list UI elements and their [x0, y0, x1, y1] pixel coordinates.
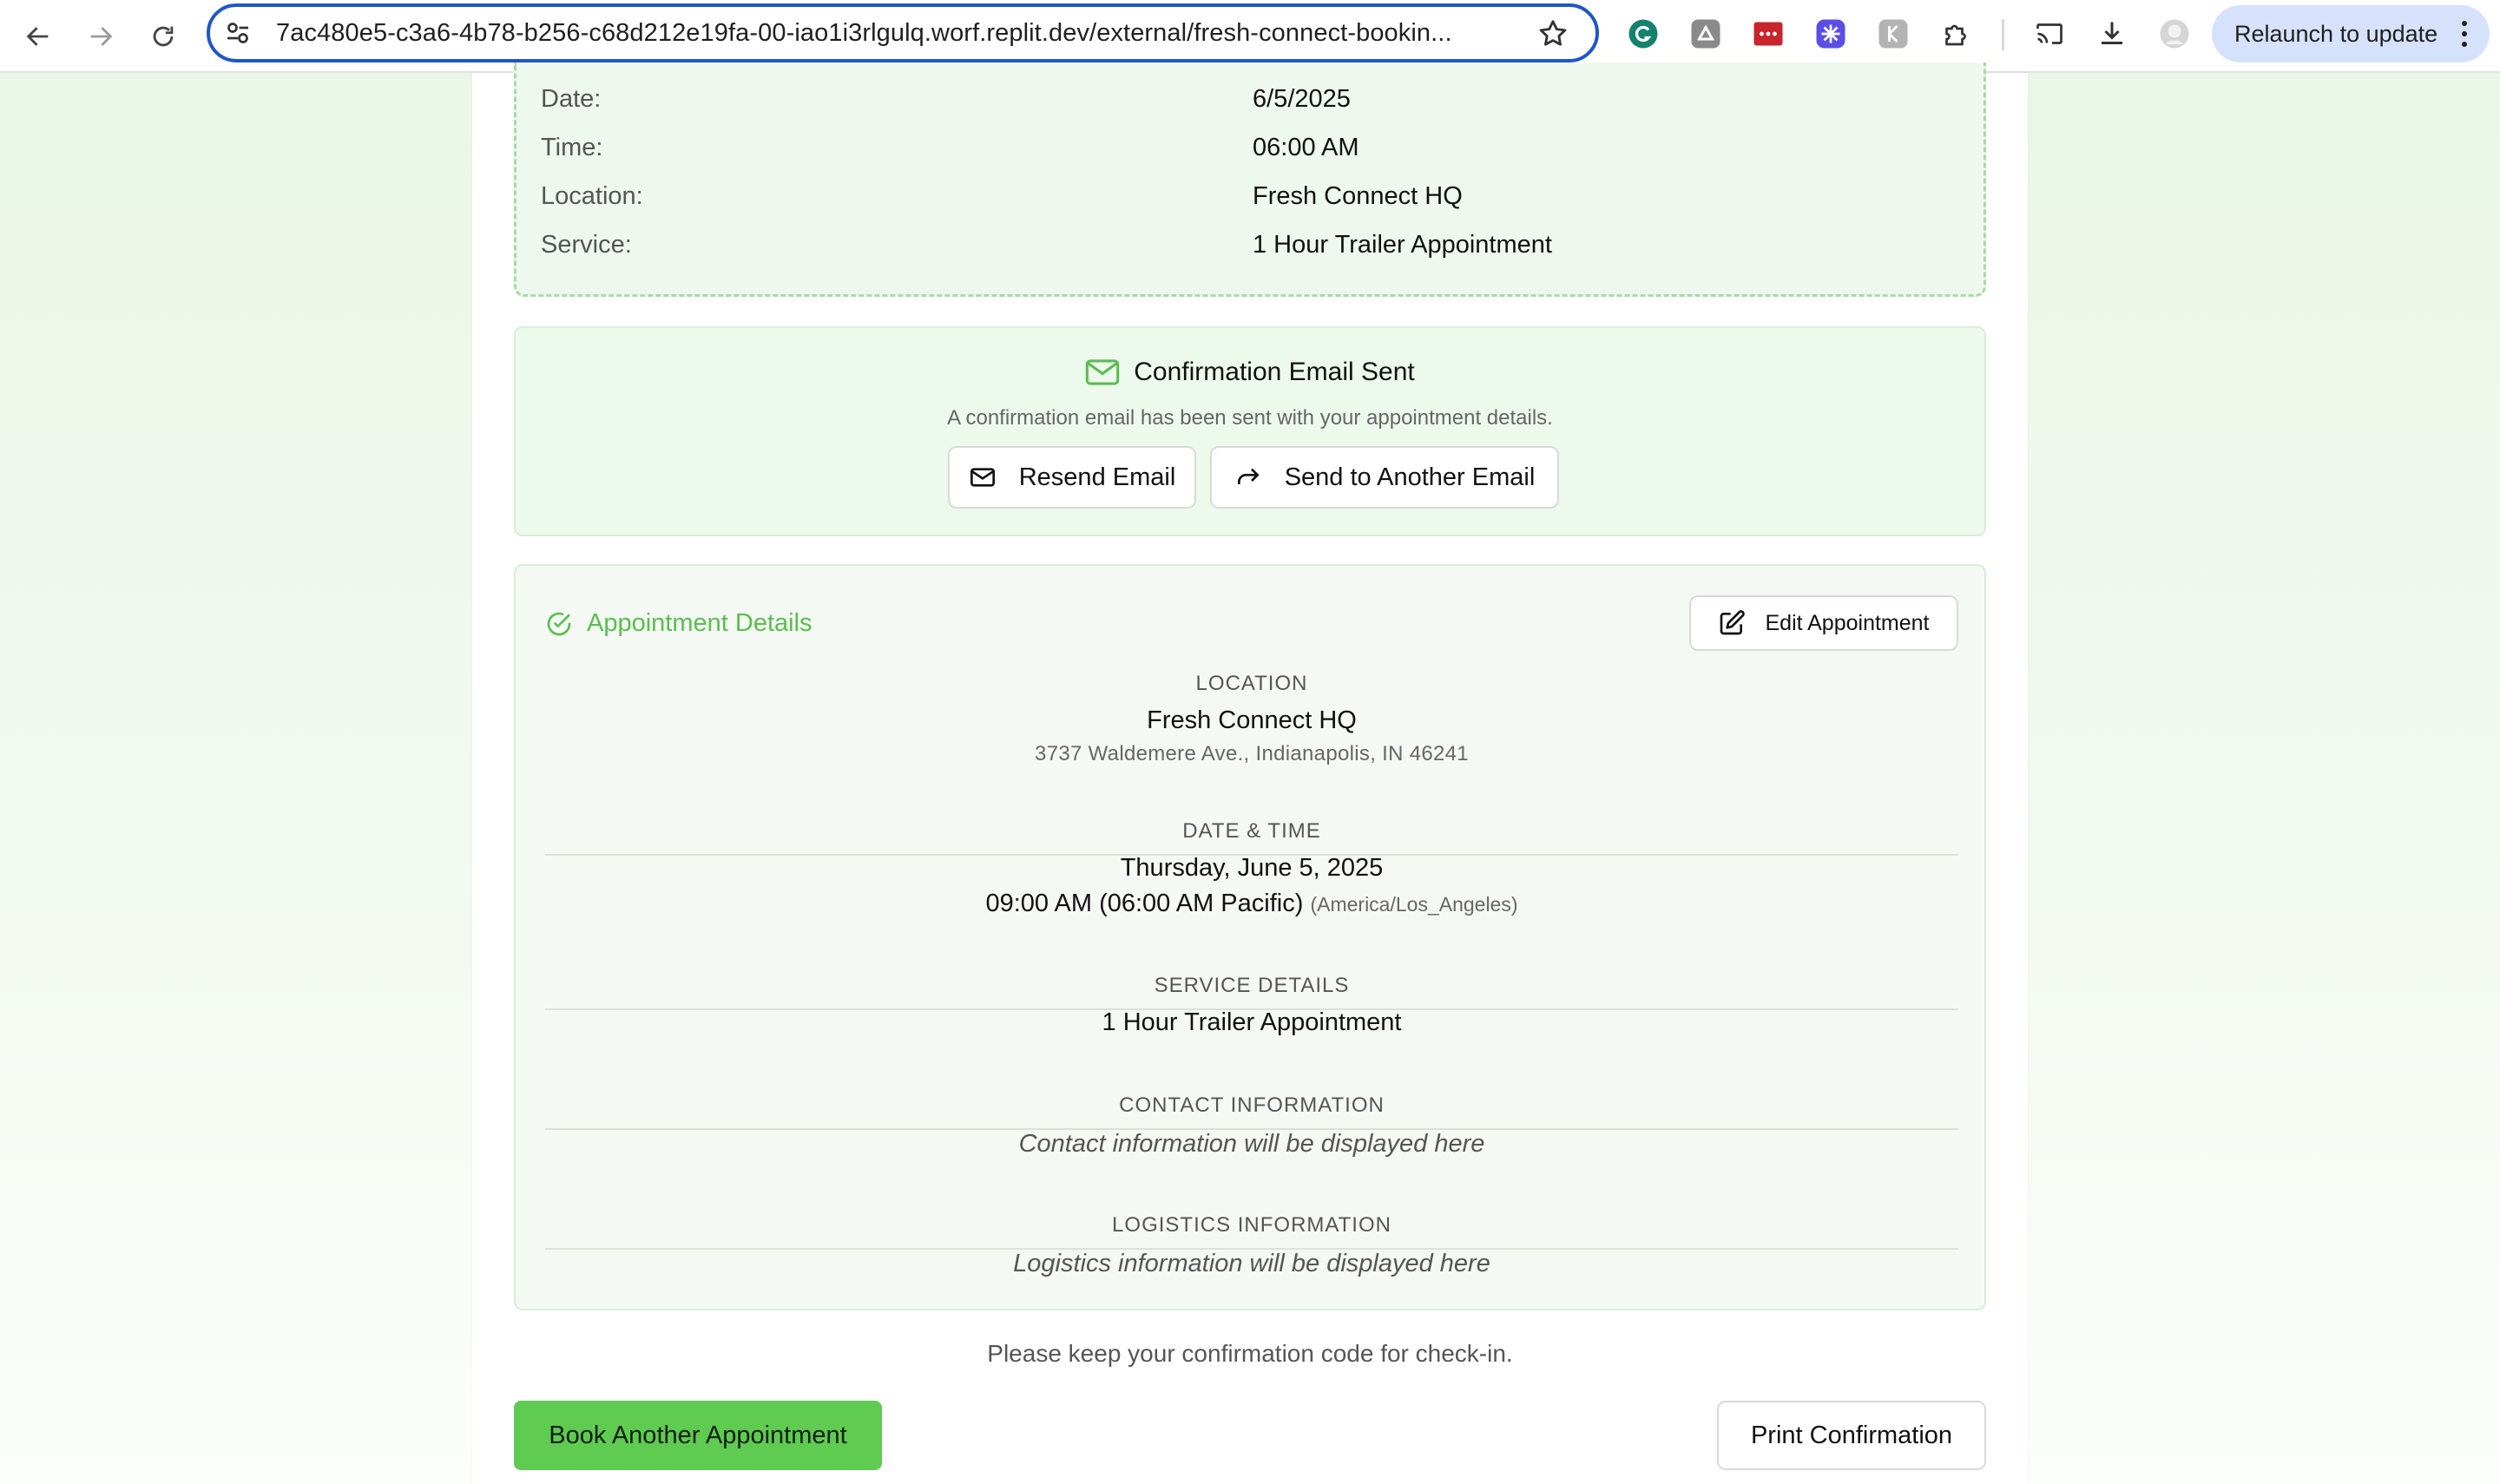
- edit-appointment-label: Edit Appointment: [1765, 610, 1930, 635]
- edit-appointment-button[interactable]: Edit Appointment: [1689, 595, 1958, 651]
- relaunch-label: Relaunch to update: [2234, 20, 2438, 47]
- extension-button-2[interactable]: [1752, 17, 1785, 50]
- contact-caption: CONTACT INFORMATION: [1119, 1093, 1385, 1117]
- email-confirmation-title: Confirmation Email Sent: [516, 358, 1984, 387]
- summary-label: Service:: [541, 231, 632, 259]
- appointment-details-heading: Appointment Details: [545, 609, 812, 638]
- service-name: 1 Hour Trailer Appointment: [1102, 1008, 1402, 1036]
- summary-value: 1 Hour Trailer Appointment: [1253, 231, 1552, 259]
- resend-email-button[interactable]: Resend Email: [948, 446, 1196, 509]
- extensions-puzzle-icon: [1945, 24, 1966, 46]
- logistics-section: LOGISTICS INFORMATION Logistics informat…: [545, 1213, 1958, 1278]
- summary-value: 06:00 AM: [1253, 134, 1359, 161]
- back-button[interactable]: [16, 14, 61, 59]
- book-another-appointment-button[interactable]: Book Another Appointment: [514, 1401, 882, 1470]
- appointment-details-panel: Appointment Details Edit Appointment LOC…: [514, 564, 1986, 1310]
- service-caption: SERVICE DETAILS: [1154, 974, 1350, 997]
- send-another-email-button[interactable]: Send to Another Email: [1210, 446, 1559, 509]
- service-section: SERVICE DETAILS 1 Hour Trailer Appointme…: [545, 974, 1958, 1037]
- mail-icon: [1086, 359, 1120, 385]
- cast-button[interactable]: [2033, 17, 2066, 50]
- contact-placeholder: Contact information will be displayed he…: [1018, 1130, 1485, 1158]
- download-icon: [2102, 22, 2122, 44]
- summary-label: Time:: [541, 134, 603, 161]
- back-icon: [26, 27, 49, 46]
- resend-email-label: Resend Email: [1018, 463, 1176, 491]
- more-menu-icon[interactable]: [2462, 21, 2467, 47]
- mail-icon: [970, 468, 995, 487]
- bookmark-star-icon[interactable]: [1536, 17, 1569, 50]
- email-confirmation-panel: Confirmation Email Sent A confirmation e…: [514, 326, 1986, 536]
- location-section: LOCATION Fresh Connect HQ 3737 Waldemere…: [545, 672, 1958, 766]
- location-address: 3737 Waldemere Ave., Indianapolis, IN 46…: [1035, 742, 1469, 765]
- forward-button[interactable]: [78, 14, 123, 59]
- appointment-time-line: 09:00 AM (06:00 AM Pacific) (America/Los…: [545, 890, 1958, 918]
- summary-label: Location:: [541, 182, 643, 210]
- relaunch-button[interactable]: Relaunch to update: [2212, 5, 2490, 62]
- booking-summary: Date: 6/5/2025 Time: 06:00 AM Location: …: [514, 62, 1986, 297]
- extension-button-1[interactable]: [1689, 17, 1722, 50]
- confirmation-code-note: Please keep your confirmation code for c…: [987, 1340, 1513, 1367]
- extension-icon: [1878, 19, 1908, 49]
- profile-avatar-icon: [2160, 19, 2189, 49]
- summary-value: 6/5/2025: [1253, 85, 1351, 113]
- reload-button[interactable]: [141, 14, 186, 59]
- extension-icon: [1816, 19, 1845, 49]
- appointment-details-title: Appointment Details: [587, 609, 812, 637]
- url-text[interactable]: 7ac480e5-c3a6-4b78-b256-c68d212e19fa-00-…: [276, 19, 1509, 48]
- address-bar[interactable]: 7ac480e5-c3a6-4b78-b256-c68d212e19fa-00-…: [207, 3, 1599, 62]
- logistics-placeholder: Logistics information will be displayed …: [1013, 1250, 1490, 1277]
- appointment-timezone: (America/Los_Angeles): [1310, 893, 1518, 916]
- logistics-caption: LOGISTICS INFORMATION: [1112, 1213, 1391, 1237]
- print-confirmation-label: Print Confirmation: [1750, 1421, 1953, 1449]
- toolbar-separator: [2002, 19, 2004, 50]
- extension-icon: [1753, 22, 1783, 46]
- confirmation-card: Date: 6/5/2025 Time: 06:00 AM Location: …: [472, 62, 2028, 1484]
- extension-button-3[interactable]: [1814, 17, 1847, 50]
- grammarly-extension-button[interactable]: [1627, 17, 1660, 50]
- reload-icon: [153, 26, 174, 47]
- contact-section: CONTACT INFORMATION Contact information …: [545, 1093, 1958, 1159]
- site-settings-icon[interactable]: [222, 17, 253, 49]
- appointment-date: Thursday, June 5, 2025: [1120, 854, 1384, 882]
- extension-button-4[interactable]: [1877, 17, 1910, 50]
- forward-icon: [90, 27, 113, 46]
- cast-icon: [2036, 23, 2062, 44]
- send-another-email-label: Send to Another Email: [1284, 463, 1536, 491]
- extension-icon: [1691, 19, 1720, 49]
- forward-arrow-icon: [1237, 468, 1260, 484]
- downloads-button[interactable]: [2095, 17, 2128, 50]
- appointment-time: 09:00 AM (06:00 AM Pacific): [985, 890, 1304, 917]
- edit-icon: [1720, 610, 1746, 635]
- email-title-text: Confirmation Email Sent: [1134, 358, 1415, 386]
- summary-label: Date:: [541, 85, 602, 113]
- location-caption: LOCATION: [1195, 672, 1308, 695]
- grammarly-extension-icon: [1628, 19, 1658, 49]
- extensions-menu-button[interactable]: [1939, 17, 1972, 50]
- email-confirmation-subtitle: A confirmation email has been sent with …: [947, 406, 1553, 430]
- summary-value: Fresh Connect HQ: [1253, 182, 1463, 210]
- print-confirmation-button[interactable]: Print Confirmation: [1717, 1401, 1986, 1470]
- datetime-section: DATE & TIME Thursday, June 5, 2025 09:00…: [545, 819, 1958, 918]
- check-circle-icon: [547, 612, 571, 635]
- datetime-caption: DATE & TIME: [1182, 819, 1321, 843]
- profile-button[interactable]: [2158, 17, 2191, 50]
- book-another-label: Book Another Appointment: [549, 1421, 847, 1449]
- location-name: Fresh Connect HQ: [1147, 706, 1357, 734]
